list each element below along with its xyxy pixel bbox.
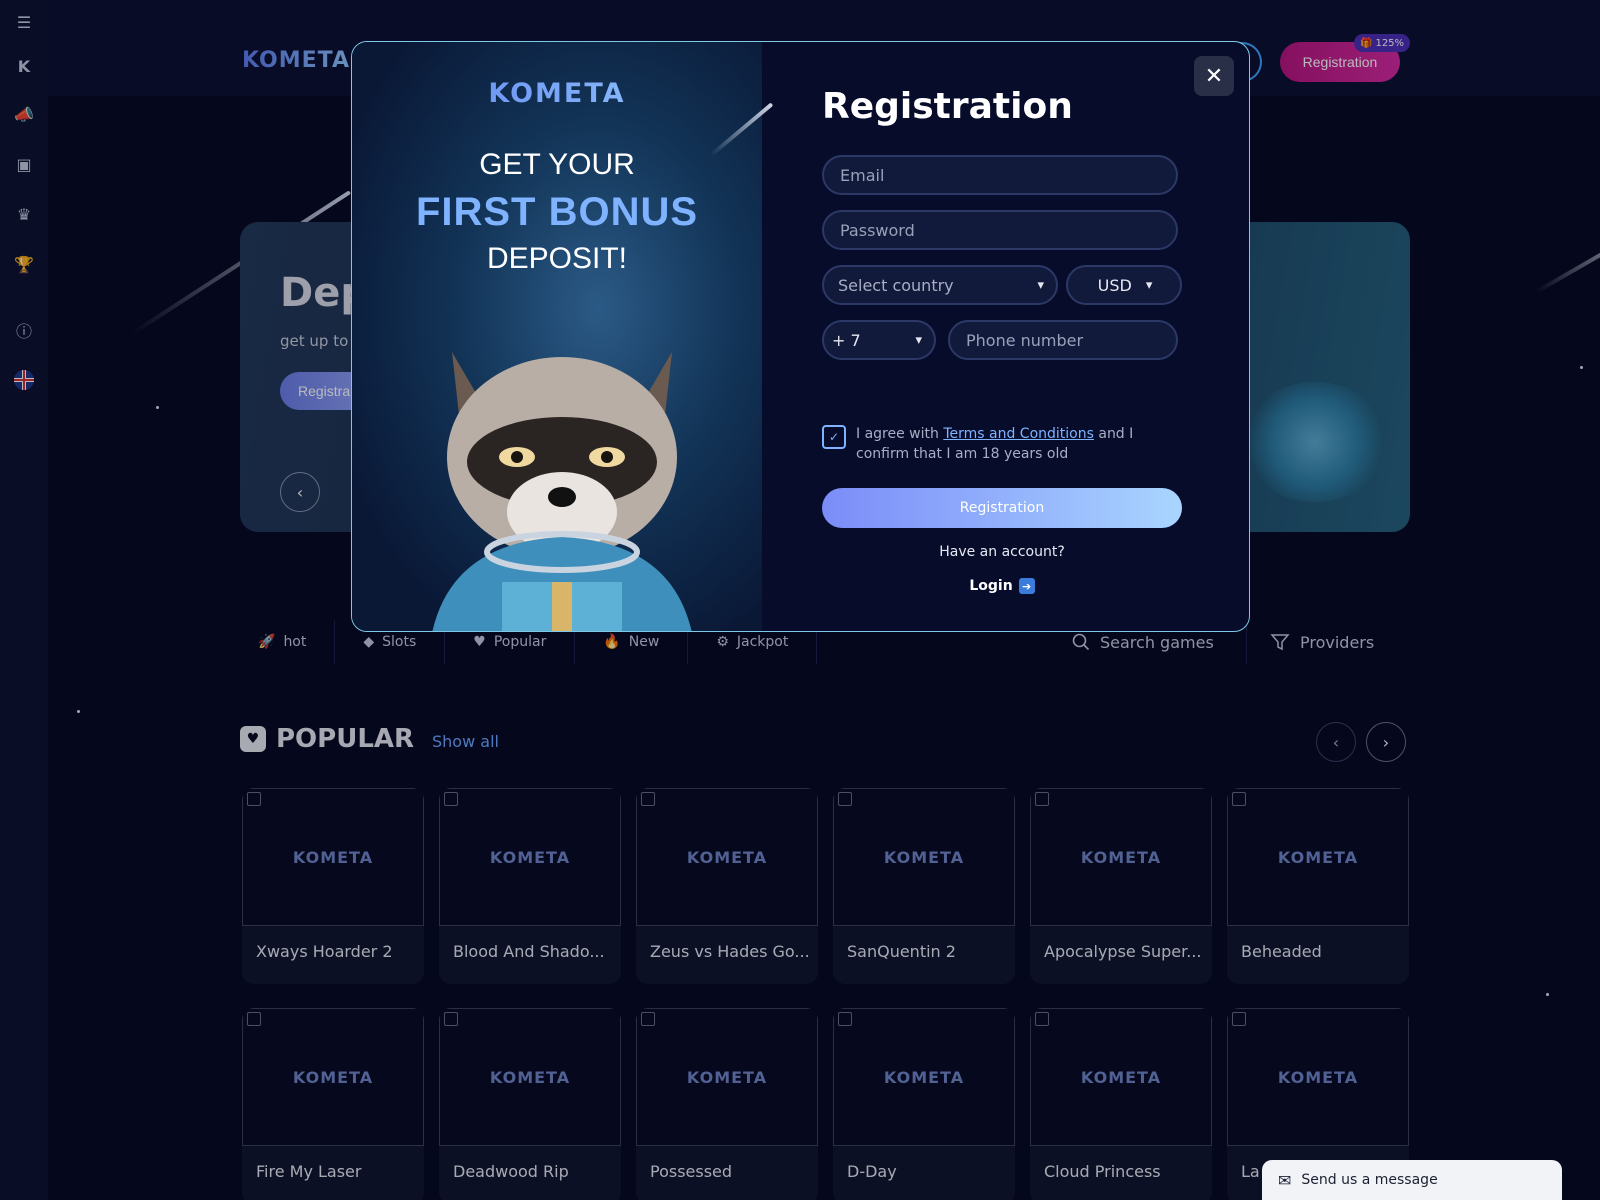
country-select-value: Select country (838, 275, 954, 295)
registration-form: Registration ◉ Select country ▾ USD ▾ + … (822, 42, 1222, 631)
checkmark-icon: ✓ (828, 430, 840, 444)
promo-line-2: FIRST BONUS (415, 190, 699, 234)
promo-line-3: DEPOSIT! (486, 242, 628, 275)
terms-link[interactable]: Terms and Conditions (943, 426, 1094, 442)
phone-number-field[interactable] (948, 320, 1178, 360)
envelope-icon: ✉ (1278, 1170, 1292, 1190)
promo-panel: KOMETA GET YOUR FIRST BONUS DEPOSIT! (352, 42, 774, 631)
have-account-text: Have an account? (939, 544, 1065, 560)
terms-text: I agree with Terms and Conditions and I … (856, 424, 1186, 464)
close-modal-button[interactable]: ✕ (1194, 56, 1234, 96)
raccoon-astronaut-image (432, 352, 692, 631)
country-select[interactable]: Select country ▾ (822, 265, 1058, 305)
currency-select-value: USD (1097, 275, 1132, 295)
login-arrow-icon: ➔ (1018, 578, 1035, 594)
chevron-down-icon: ▾ (1037, 277, 1044, 293)
registration-submit-button[interactable]: Registration (822, 488, 1182, 528)
currency-select[interactable]: USD ▾ (1066, 265, 1182, 305)
agree-prefix: I agree with (856, 426, 939, 442)
close-icon: ✕ (1204, 63, 1224, 88)
email-field[interactable] (822, 155, 1178, 195)
chat-widget[interactable]: ✉ Send us a message (1262, 1160, 1562, 1200)
registration-title: Registration (822, 86, 1073, 127)
registration-modal: KOMETA GET YOUR FIRST BONUS DEPOSIT! Reg… (351, 41, 1250, 632)
phone-code-value: + 7 (832, 330, 861, 350)
login-label: Login (969, 578, 1013, 594)
promo-line-1: GET YOUR (479, 148, 635, 181)
phone-code-select[interactable]: + 7 ▾ (822, 320, 936, 360)
password-field[interactable] (822, 210, 1178, 250)
chevron-down-icon: ▾ (915, 332, 922, 348)
login-link[interactable]: Login ➔ (822, 578, 1182, 594)
chevron-down-icon: ▾ (1145, 277, 1153, 293)
promo-logo: KOMETA (352, 78, 762, 109)
chat-label: Send us a message (1301, 1172, 1438, 1188)
terms-checkbox[interactable]: ✓ (822, 425, 846, 449)
